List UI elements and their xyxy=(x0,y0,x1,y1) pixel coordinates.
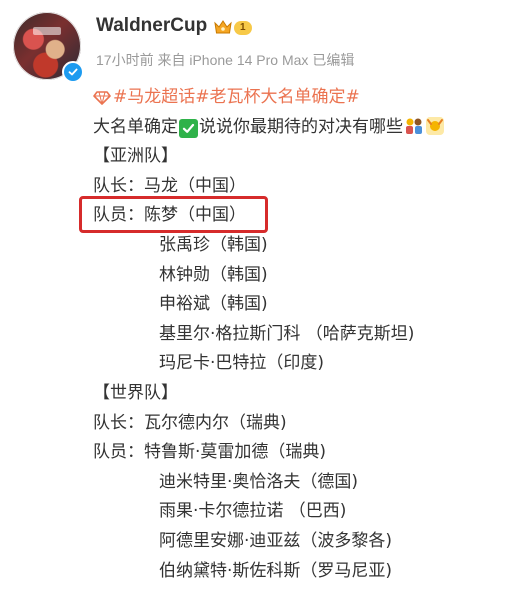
level-number: 1 xyxy=(234,20,252,35)
member-line: 申裕斌（韩国) xyxy=(159,294,268,315)
check-mark-emoji xyxy=(179,118,198,138)
member-line: 玛尼卡·巴特拉（印度) xyxy=(159,353,325,374)
members-line-world: 队员：特鲁斯·莫雷加德（瑞典) xyxy=(93,442,327,463)
post-meta: 17小时前 来自 iPhone 14 Pro Max 已编辑 xyxy=(96,50,354,70)
member-line: 张禹珍（韩国) xyxy=(159,234,268,255)
post-time[interactable]: 17小时前 xyxy=(96,52,154,68)
intro-text-before: 大名单确定 xyxy=(93,116,178,137)
intro-line: 大名单确定 说说你最期待的对决有哪些 xyxy=(93,113,445,143)
intro-text-after: 说说你最期待的对决有哪些 xyxy=(199,116,403,137)
avatar-logo xyxy=(33,27,61,35)
post-source: 来自 iPhone 14 Pro Max xyxy=(157,52,309,68)
edited-label[interactable]: 已编辑 xyxy=(312,52,354,68)
verified-check-icon xyxy=(62,61,84,83)
topic-link[interactable]: #马龙超话#老瓦杯大名单确定# xyxy=(93,83,445,113)
topic-text: #马龙超话#老瓦杯大名单确定# xyxy=(113,87,360,107)
member-line: 伯纳黛特·斯佐科斯（罗马尼亚) xyxy=(159,560,393,581)
captain-line-world: 队长：瓦尔德内尔（瑞典) xyxy=(93,412,287,433)
author-name[interactable]: WaldnerCup xyxy=(96,15,207,37)
team-header-world: 【世界队】 xyxy=(93,382,178,403)
team-header-asia: 【亚洲队】 xyxy=(93,146,178,167)
highlight-annotation-box xyxy=(79,196,268,233)
member-line: 林钟勋（韩国) xyxy=(159,264,268,285)
vip-level-badge[interactable]: 1 xyxy=(214,19,260,36)
member-line: 迪米特里·奥恰洛夫（德国) xyxy=(159,471,359,492)
post-content: #马龙超话#老瓦杯大名单确定# 大名单确定 说说你最期待的对决有哪些 【亚洲队】 … xyxy=(93,83,445,586)
member-line: 阿德里安娜·迪亚兹（波多黎各) xyxy=(159,530,393,551)
member-line: 雨果·卡尔德拉诺 （巴西) xyxy=(159,501,347,522)
people-emoji xyxy=(404,116,424,136)
cheering-emoji xyxy=(425,116,445,136)
member-line: 基里尔·格拉斯门科 （哈萨克斯坦) xyxy=(159,323,415,344)
diamond-icon xyxy=(93,90,111,106)
crown-icon xyxy=(214,20,232,36)
